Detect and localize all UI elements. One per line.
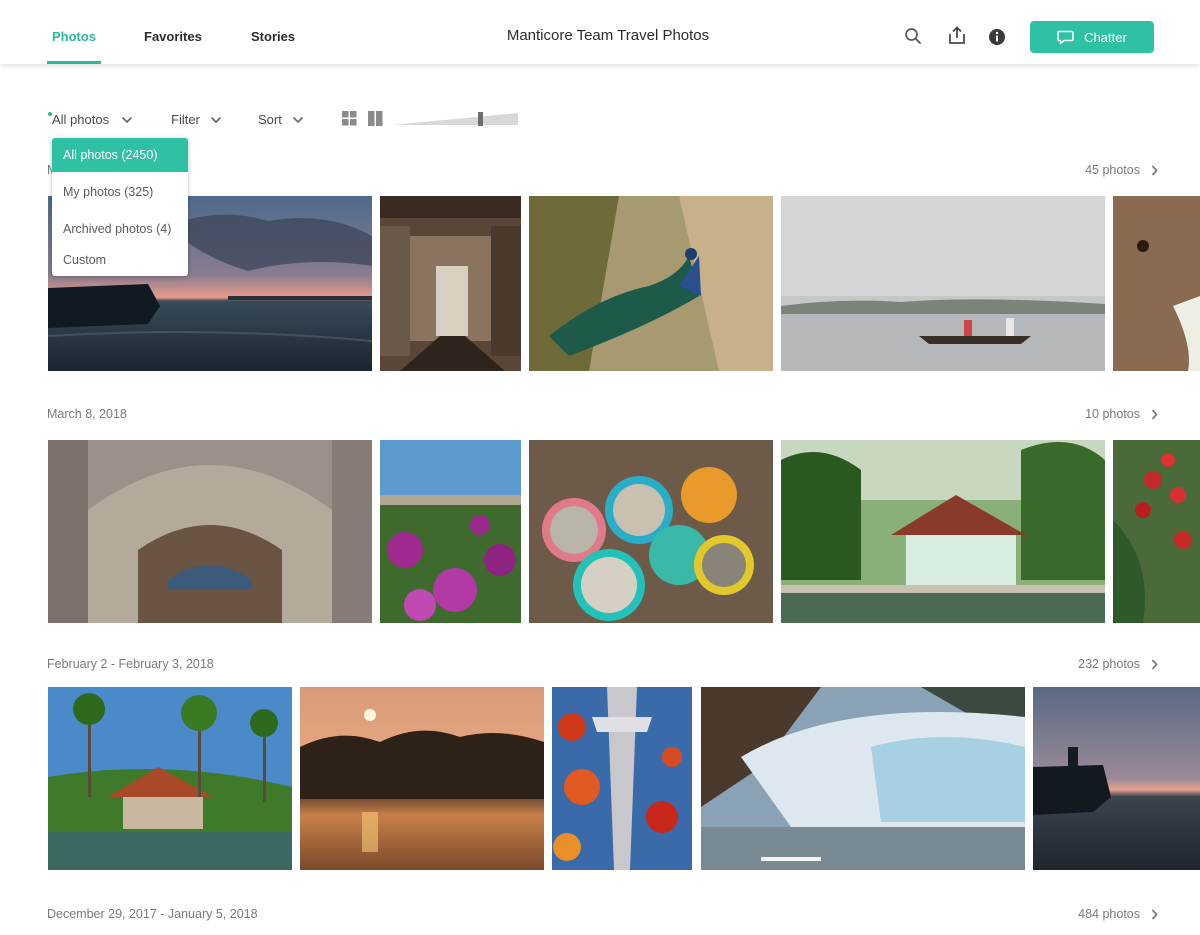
photo-fishermen-dusk[interactable] xyxy=(1033,687,1200,870)
menu-item-all-photos[interactable]: All photos (2450) xyxy=(52,138,188,172)
sort-label: Sort xyxy=(258,112,282,127)
page-title: Manticore Team Travel Photos xyxy=(506,27,710,44)
filter-label: Filter xyxy=(171,112,200,127)
photo-elephant[interactable] xyxy=(1113,196,1200,371)
photo-purple-tulips[interactable] xyxy=(380,440,521,623)
chevron-right-icon xyxy=(1151,658,1158,670)
photo-sunset-backwaters[interactable] xyxy=(300,687,544,870)
chatter-button[interactable]: Chatter xyxy=(1030,21,1154,53)
zoom-slider-thumb[interactable] xyxy=(478,112,483,126)
columns-view-icon[interactable] xyxy=(368,111,383,131)
scope-menu: All photos (2450) My photos (325) Archiv… xyxy=(52,138,188,276)
section-count: 10 photos xyxy=(1085,407,1140,421)
chat-bubble-icon xyxy=(1057,30,1074,44)
photo-riverside-house[interactable] xyxy=(781,440,1105,623)
photo-palm-house-shore[interactable] xyxy=(48,687,292,870)
photo-red-berries[interactable] xyxy=(1113,440,1200,623)
section-date: December 29, 2017 - January 5, 2018 xyxy=(47,907,258,921)
scope-label: All photos xyxy=(52,112,110,127)
chatter-label: Chatter xyxy=(1084,29,1127,45)
sort-dropdown[interactable]: Sort xyxy=(258,112,304,127)
section-count-link[interactable]: 484 photos xyxy=(1078,907,1158,921)
chevron-right-icon xyxy=(1151,408,1158,420)
photo-restaurant-interior[interactable] xyxy=(380,196,521,371)
chevron-down-icon xyxy=(210,116,221,123)
filter-dropdown[interactable]: Filter xyxy=(171,112,222,127)
photo-cathedral-facade[interactable] xyxy=(48,440,372,623)
info-icon[interactable] xyxy=(987,27,1009,49)
photo-peacock[interactable] xyxy=(529,196,773,371)
search-icon[interactable] xyxy=(903,26,925,48)
chevron-right-icon xyxy=(1151,164,1158,176)
photo-canoe-on-lake[interactable] xyxy=(781,196,1105,371)
section-count: 45 photos xyxy=(1085,163,1140,177)
chevron-right-icon xyxy=(1151,908,1158,920)
section-count-link[interactable]: 10 photos xyxy=(1085,407,1158,421)
section-date: February 2 - February 3, 2018 xyxy=(47,657,214,671)
section-count-link[interactable]: 232 photos xyxy=(1078,657,1158,671)
section-date: March 8, 2018 xyxy=(47,407,127,421)
menu-item-my-photos[interactable]: My photos (325) xyxy=(52,175,188,209)
active-tab-indicator xyxy=(47,61,101,64)
scope-dropdown[interactable]: All photos xyxy=(52,112,133,127)
zoom-slider[interactable] xyxy=(390,112,520,126)
grid-view-icon[interactable] xyxy=(342,111,357,131)
menu-item-custom[interactable]: Custom xyxy=(52,243,188,277)
section-count-link[interactable]: 45 photos xyxy=(1085,163,1158,177)
photo-glacier[interactable] xyxy=(701,687,1025,870)
photo-space-needle-glass[interactable] xyxy=(552,687,692,870)
top-bar: Photos Favorites Stories Manticore Team … xyxy=(0,0,1200,64)
share-icon[interactable] xyxy=(946,25,968,47)
menu-item-archived-photos[interactable]: Archived photos (4) xyxy=(52,212,188,246)
section-count: 232 photos xyxy=(1078,657,1140,671)
section-count: 484 photos xyxy=(1078,907,1140,921)
chevron-down-icon xyxy=(292,116,303,123)
photo-fish-market-bowls[interactable] xyxy=(529,440,773,623)
chevron-down-icon xyxy=(121,116,133,123)
